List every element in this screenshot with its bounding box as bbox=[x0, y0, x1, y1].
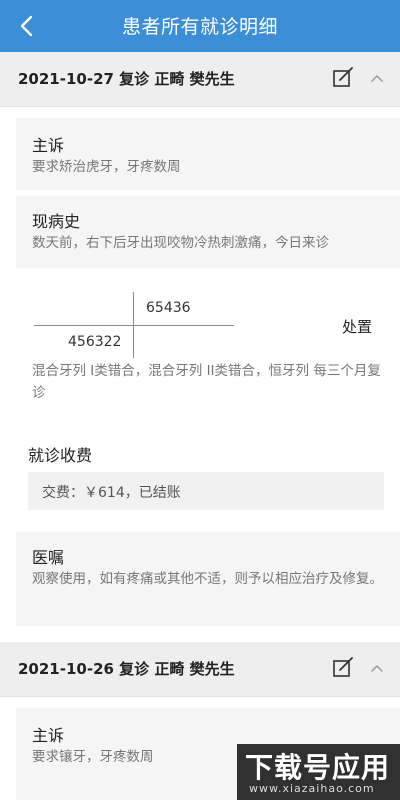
advice-text: 观察使用，如有疼痛或其他不适，则予以相应治疗及修复。 bbox=[32, 571, 383, 587]
present-illness-text: 数天前，右下后牙出现咬物冷热刺激痛，今日来诊 bbox=[32, 235, 329, 251]
chevron-up-icon[interactable] bbox=[369, 70, 385, 86]
diagnosis-text: 混合牙列 I类错合，混合牙列 II类错合，恒牙列 每三个月复诊 bbox=[32, 363, 381, 401]
chief-complaint-label: 主诉 bbox=[32, 136, 65, 155]
fee-label: 就诊收费 bbox=[28, 446, 93, 465]
watermark: 下载号应用 www.xiazaihao.com bbox=[237, 744, 400, 800]
watermark-sub: www.xiazaihao.com bbox=[249, 782, 375, 795]
tooth-upper-right: 65436 bbox=[146, 300, 191, 316]
tooth-chart-horizontal-line bbox=[34, 325, 234, 326]
present-illness-section: 现病史 数天前，右下后牙出现咬物冷热刺激痛，今日来诊 bbox=[16, 196, 400, 268]
tooth-chart-vertical-line bbox=[133, 292, 134, 358]
page-title: 患者所有就诊明细 bbox=[121, 16, 278, 38]
fee-text: 交费：￥614，已结账 bbox=[42, 485, 181, 501]
chief-complaint-label-2: 主诉 bbox=[32, 726, 65, 745]
edit-icon[interactable] bbox=[332, 67, 354, 89]
advice-label: 医嘱 bbox=[32, 548, 65, 567]
visit-title-1: 2021-10-27 复诊 正畸 樊先生 bbox=[18, 70, 235, 88]
edit-icon[interactable] bbox=[332, 657, 354, 679]
action-label: 处置 bbox=[342, 318, 373, 336]
tooth-lower-left: 456322 bbox=[68, 334, 122, 350]
chief-complaint-section: 主诉 要求矫治虎牙，牙疼数周 bbox=[16, 118, 400, 190]
present-illness-label: 现病史 bbox=[32, 212, 81, 231]
fee-box: 交费：￥614，已结账 bbox=[28, 472, 384, 510]
tooth-chart-section: 65436 456322 处置 混合牙列 I类错合，混合牙列 II类错合，恒牙列… bbox=[16, 280, 400, 418]
visit-header-1[interactable]: 2021-10-27 复诊 正畸 樊先生 bbox=[0, 52, 400, 107]
chief-complaint-text: 要求矫治虎牙，牙疼数周 bbox=[32, 159, 181, 175]
visit-header-2[interactable]: 2021-10-26 复诊 正畸 樊先生 bbox=[0, 642, 400, 697]
chevron-up-icon[interactable] bbox=[369, 660, 385, 676]
advice-section: 医嘱 观察使用，如有疼痛或其他不适，则予以相应治疗及修复。 bbox=[16, 532, 400, 626]
app-header: 患者所有就诊明细 bbox=[0, 0, 400, 52]
visit-title-2: 2021-10-26 复诊 正畸 樊先生 bbox=[18, 660, 235, 678]
watermark-main: 下载号应用 bbox=[245, 751, 391, 784]
